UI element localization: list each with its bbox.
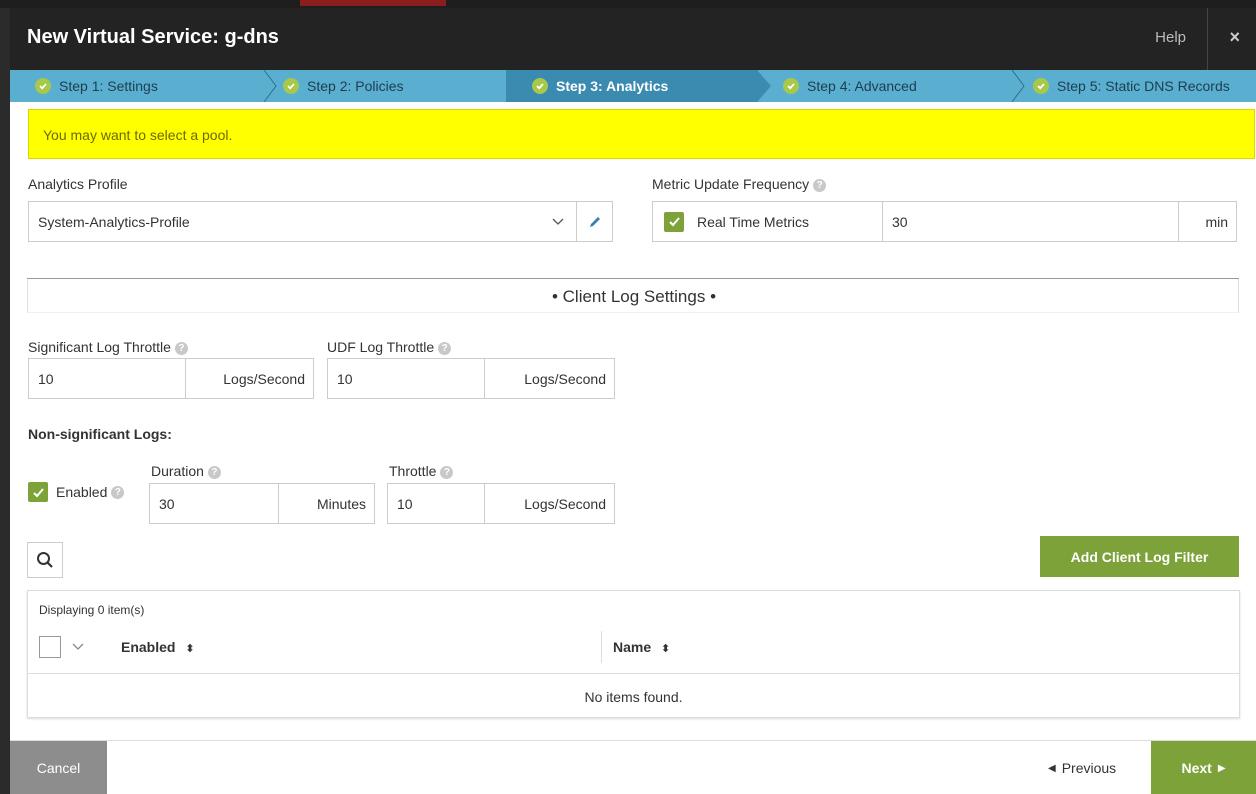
help-icon[interactable]: ? <box>207 466 221 479</box>
modal-title: New Virtual Service: g-dns <box>27 26 279 48</box>
udf-log-throttle-input[interactable]: 10 Logs/Second <box>327 358 615 399</box>
metric-update-label-text: Metric Update Frequency <box>652 176 810 192</box>
alert-message: You may want to select a pool. <box>43 127 233 143</box>
chevron-down-icon[interactable] <box>72 643 84 651</box>
step-label: Step 3: Analytics <box>556 78 669 94</box>
duration-unit: Minutes <box>278 484 374 523</box>
tab-step-analytics[interactable]: Step 3: Analytics <box>506 70 758 102</box>
help-icon[interactable]: ? <box>438 342 452 355</box>
step-label: Step 1: Settings <box>59 78 158 94</box>
modal-header: New Virtual Service: g-dns Help × <box>10 8 1256 70</box>
udf-log-throttle-value: 10 <box>337 370 353 387</box>
significant-log-throttle-value: 10 <box>38 370 54 387</box>
background-tab-strip <box>300 0 446 6</box>
metric-update-value[interactable]: 30 <box>883 214 1178 230</box>
header-divider <box>1207 8 1208 70</box>
checkbox-checked-icon[interactable] <box>28 482 48 502</box>
metric-update-unit: min <box>1178 202 1236 241</box>
analytics-profile-value: System-Analytics-Profile <box>38 213 190 230</box>
throttle-label: Throttle? <box>389 463 454 479</box>
real-time-metrics-toggle[interactable]: Real Time Metrics <box>653 202 883 241</box>
significant-log-throttle-unit: Logs/Second <box>185 359 313 398</box>
tab-step-policies[interactable]: Step 2: Policies <box>280 70 505 102</box>
step-label: Step 2: Policies <box>307 78 404 94</box>
duration-value: 30 <box>159 495 175 512</box>
enabled-label: Enabled <box>56 484 108 500</box>
column-divider <box>601 631 602 663</box>
add-client-log-filter-button[interactable]: Add Client Log Filter <box>1040 536 1239 577</box>
column-header-enabled[interactable]: Enabled ⬍ <box>121 639 195 655</box>
analytics-profile-label: Analytics Profile <box>28 176 128 192</box>
modal-footer: Cancel ◀ Previous Next ▶ <box>10 740 1256 794</box>
tab-step-advanced[interactable]: Step 4: Advanced <box>780 70 1010 102</box>
throttle-unit: Logs/Second <box>484 484 614 523</box>
udf-log-throttle-text: UDF Log Throttle <box>327 339 435 355</box>
displaying-count: Displaying 0 item(s) <box>39 603 145 617</box>
help-link[interactable]: Help <box>1155 29 1186 46</box>
real-time-metrics-label: Real Time Metrics <box>697 213 810 230</box>
column-header-enabled-label: Enabled <box>121 639 176 655</box>
wizard-steps: Step 1: Settings Step 2: Policies Step 3… <box>10 70 1256 102</box>
section-title: • Client Log Settings • <box>551 287 717 306</box>
help-icon[interactable]: ? <box>813 179 827 192</box>
chevron-right-icon <box>757 70 771 102</box>
step-label: Step 4: Advanced <box>807 78 917 94</box>
caret-right-icon: ▶ <box>1217 762 1226 774</box>
significant-log-throttle-label: Significant Log Throttle? <box>28 339 188 355</box>
metric-update-field: Real Time Metrics 30 min <box>652 201 1237 242</box>
caret-left-icon: ◀ <box>1048 762 1056 774</box>
column-header-name-label: Name <box>613 639 652 655</box>
check-circle-icon <box>532 78 548 94</box>
background-topbar <box>0 0 1256 8</box>
edit-pencil-icon[interactable] <box>576 202 612 241</box>
duration-input[interactable]: 30 Minutes <box>149 483 375 524</box>
search-button[interactable] <box>27 542 63 578</box>
help-icon[interactable]: ? <box>111 485 125 499</box>
previous-label: Previous <box>1061 760 1117 776</box>
search-icon <box>37 552 53 568</box>
chevron-down-icon[interactable] <box>540 202 576 241</box>
non-significant-enabled-toggle[interactable]: Enabled ? <box>28 482 125 502</box>
sort-icon[interactable]: ⬍ <box>185 643 194 655</box>
check-circle-icon <box>783 78 799 94</box>
check-circle-icon <box>283 78 299 94</box>
empty-state-message: No items found. <box>584 689 683 705</box>
header-row-divider <box>28 673 1239 674</box>
metric-update-label: Metric Update Frequency? <box>652 176 827 192</box>
column-header-name[interactable]: Name ⬍ <box>613 639 670 655</box>
help-icon[interactable]: ? <box>174 342 188 355</box>
client-log-filter-table: Displaying 0 item(s) Enabled ⬍ Name ⬍ No… <box>27 590 1240 718</box>
throttle-value: 10 <box>397 495 413 512</box>
check-circle-icon <box>1033 78 1049 94</box>
help-icon[interactable]: ? <box>440 466 454 479</box>
udf-log-throttle-label: UDF Log Throttle? <box>327 339 452 355</box>
step-label: Step 5: Static DNS Records <box>1057 78 1230 94</box>
pool-warning-alert: You may want to select a pool. <box>28 109 1255 159</box>
cancel-button[interactable]: Cancel <box>10 741 107 794</box>
client-log-settings-header: • Client Log Settings • <box>27 279 1239 313</box>
check-circle-icon <box>35 78 51 94</box>
close-icon[interactable]: × <box>1229 27 1240 48</box>
throttle-label-text: Throttle <box>389 463 437 479</box>
throttle-input[interactable]: 10 Logs/Second <box>387 483 615 524</box>
tab-step-settings[interactable]: Step 1: Settings <box>10 70 265 102</box>
previous-button[interactable]: ◀ Previous <box>1048 760 1116 776</box>
significant-log-throttle-input[interactable]: 10 Logs/Second <box>28 358 314 399</box>
next-label: Next <box>1181 760 1212 776</box>
sort-icon[interactable]: ⬍ <box>661 643 670 655</box>
udf-log-throttle-unit: Logs/Second <box>484 359 614 398</box>
next-button[interactable]: Next ▶ <box>1151 741 1256 794</box>
duration-label-text: Duration <box>151 463 204 479</box>
virtual-service-modal: New Virtual Service: g-dns Help × Step 1… <box>10 8 1256 794</box>
checkbox-checked-icon[interactable] <box>664 211 684 232</box>
analytics-profile-select[interactable]: System-Analytics-Profile <box>28 201 613 242</box>
chevron-right-icon <box>263 70 277 102</box>
select-all-checkbox[interactable] <box>39 636 61 658</box>
significant-log-throttle-text: Significant Log Throttle <box>28 339 171 355</box>
non-significant-logs-heading: Non-significant Logs: <box>28 426 172 442</box>
tab-step-static-dns[interactable]: Step 5: Static DNS Records <box>1030 70 1256 102</box>
duration-label: Duration? <box>151 463 221 479</box>
chevron-right-icon <box>1011 70 1025 102</box>
